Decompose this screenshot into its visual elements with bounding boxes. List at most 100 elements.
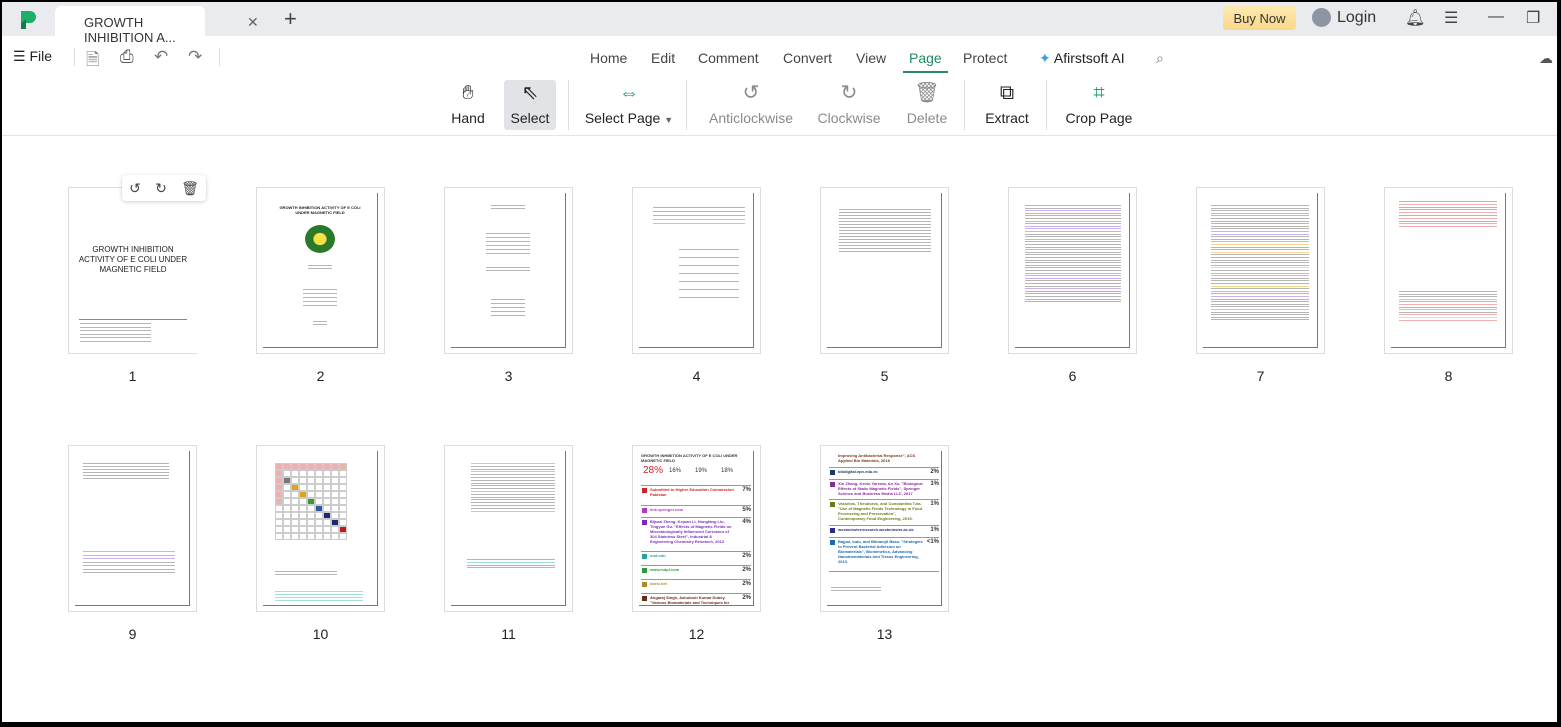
text-line [1025,249,1121,250]
source-percent: 5% [742,507,751,514]
divider [829,499,939,500]
text-line [1211,288,1309,289]
extract-button[interactable]: ⧉ Extract [982,80,1032,130]
bell-icon[interactable]: 🔔︎ [1405,8,1425,28]
tab-home[interactable]: Home [590,50,627,66]
save-icon[interactable]: 🗎︎ [86,47,100,76]
page-title: GROWTH INHIBITION ACTIVITY OF E COLI UND… [277,205,363,215]
tab-afirstsoft-ai[interactable]: ✦ Afirstsoft AI [1039,50,1125,67]
rotate-left-icon[interactable]: ↺ [129,180,141,197]
page-thumbnail[interactable]: GROWTH INHIBITION ACTIVITY OF E COLI UND… [68,187,197,354]
select-tool-button[interactable]: ⇖ Select [504,80,556,130]
text-line [471,485,555,486]
page-thumbnail[interactable] [1384,187,1513,354]
divider [829,479,939,480]
text-line [1211,296,1309,297]
divider [641,517,751,518]
rotate-right-icon[interactable]: ↻ [155,180,167,197]
text-line [471,494,555,495]
text-line [1399,226,1497,227]
close-tab-icon[interactable]: ✕ [247,14,259,31]
text-line [471,491,555,492]
page-thumbnail[interactable]: Improving Antibacterial Response", ACS A… [820,445,949,612]
text-line [1211,286,1309,287]
page-number: 8 [1384,368,1513,384]
text-line [839,230,931,231]
crop-page-button[interactable]: ⌗ Crop Page [1064,80,1134,130]
text-line [471,469,555,470]
text-line [491,299,525,300]
page-thumbnail[interactable] [1196,187,1325,354]
table-cell [339,498,347,505]
page-thumbnail[interactable] [444,187,573,354]
text-line [83,562,175,563]
file-menu[interactable]: ☰ File [13,48,52,65]
table-cell [283,484,291,491]
user-avatar-icon [1312,8,1331,27]
table-cell [331,470,339,477]
tab-protect[interactable]: Protect [963,50,1007,66]
page-thumbnail[interactable] [444,445,573,612]
tab-convert[interactable]: Convert [783,50,832,66]
similarity-score: 19% [695,466,707,476]
text-line [839,218,931,219]
text-line [1211,270,1309,271]
search-icon[interactable]: ⌕ [1156,50,1164,67]
cursor-icon: ⇖ [504,80,556,106]
page-thumbnail[interactable] [820,187,949,354]
text-line [1211,275,1309,276]
trash-icon: 🗑︎ [902,80,952,106]
tab-view[interactable]: View [856,50,886,66]
divider [1046,80,1047,130]
table-cell [299,477,307,484]
new-tab-button[interactable]: + [284,6,297,32]
page-title: GROWTH INHIBITION ACTIVITY OF E COLI UND… [77,245,189,275]
rotate-clockwise-button[interactable]: ↻ Clockwise [816,80,882,130]
page-thumbnail[interactable] [68,445,197,612]
page-thumbnail[interactable] [256,445,385,612]
text-line [83,565,175,566]
text-line [1025,252,1121,253]
page-thumbnail[interactable]: GROWTH INHIBITION ACTIVITY OF E COLI UND… [256,187,385,354]
tab-page[interactable]: Page [909,50,942,66]
source-text: Bijuan Zheng, Kejuan Li, Hongfang Liu, T… [650,519,735,544]
cloud-upload-icon[interactable]: ☁ [1539,50,1553,67]
table-cell [291,463,299,470]
select-page-dropdown[interactable]: ⇔ Select Page ▼ [584,80,674,130]
text-line [471,463,555,464]
source-text: dorsi.net [650,581,735,586]
rotate-anticlockwise-button[interactable]: ↺ Anticlockwise [706,80,796,130]
table-cell [315,477,323,484]
page-number: 7 [1196,368,1325,384]
tab-edit[interactable]: Edit [651,50,675,66]
redo-icon[interactable]: ↷ [188,47,202,67]
page-thumbnail[interactable]: GROWTH INHIBITION ACTIVITY OF E COLI UND… [632,445,761,612]
text-line [1399,291,1497,292]
document-tab[interactable]: GROWTH INHIBITION A... ✕ [55,6,205,37]
trash-icon[interactable]: 🗑︎ [181,180,199,197]
caret-down-icon: ▼ [664,115,673,125]
page-number: 11 [444,626,573,642]
text-line [1025,257,1121,258]
text-line [471,508,555,509]
menu-icon[interactable]: ☰ [1444,8,1458,28]
hand-tool-button[interactable]: ✋︎ Hand [446,80,490,130]
text-line [1211,304,1309,305]
page-thumbnail[interactable] [1008,187,1137,354]
text-line [653,215,745,216]
undo-icon[interactable]: ↶ [154,47,168,67]
delete-page-button[interactable]: 🗑︎ Delete [902,80,952,130]
table-cell [307,526,315,533]
buy-now-button[interactable]: Buy Now [1223,6,1296,30]
login-button[interactable]: Login [1312,8,1376,27]
print-icon[interactable]: ⎙ [120,47,134,67]
table-cell [339,470,347,477]
text-line [491,307,525,308]
table-cell [283,491,291,498]
tab-comment[interactable]: Comment [698,50,759,66]
minimize-icon[interactable]: — [1488,8,1504,26]
page-thumbnail[interactable] [632,187,761,354]
table-cell [339,526,347,533]
restore-icon[interactable]: ❐ [1526,8,1540,28]
extract-icon: ⧉ [982,80,1032,106]
